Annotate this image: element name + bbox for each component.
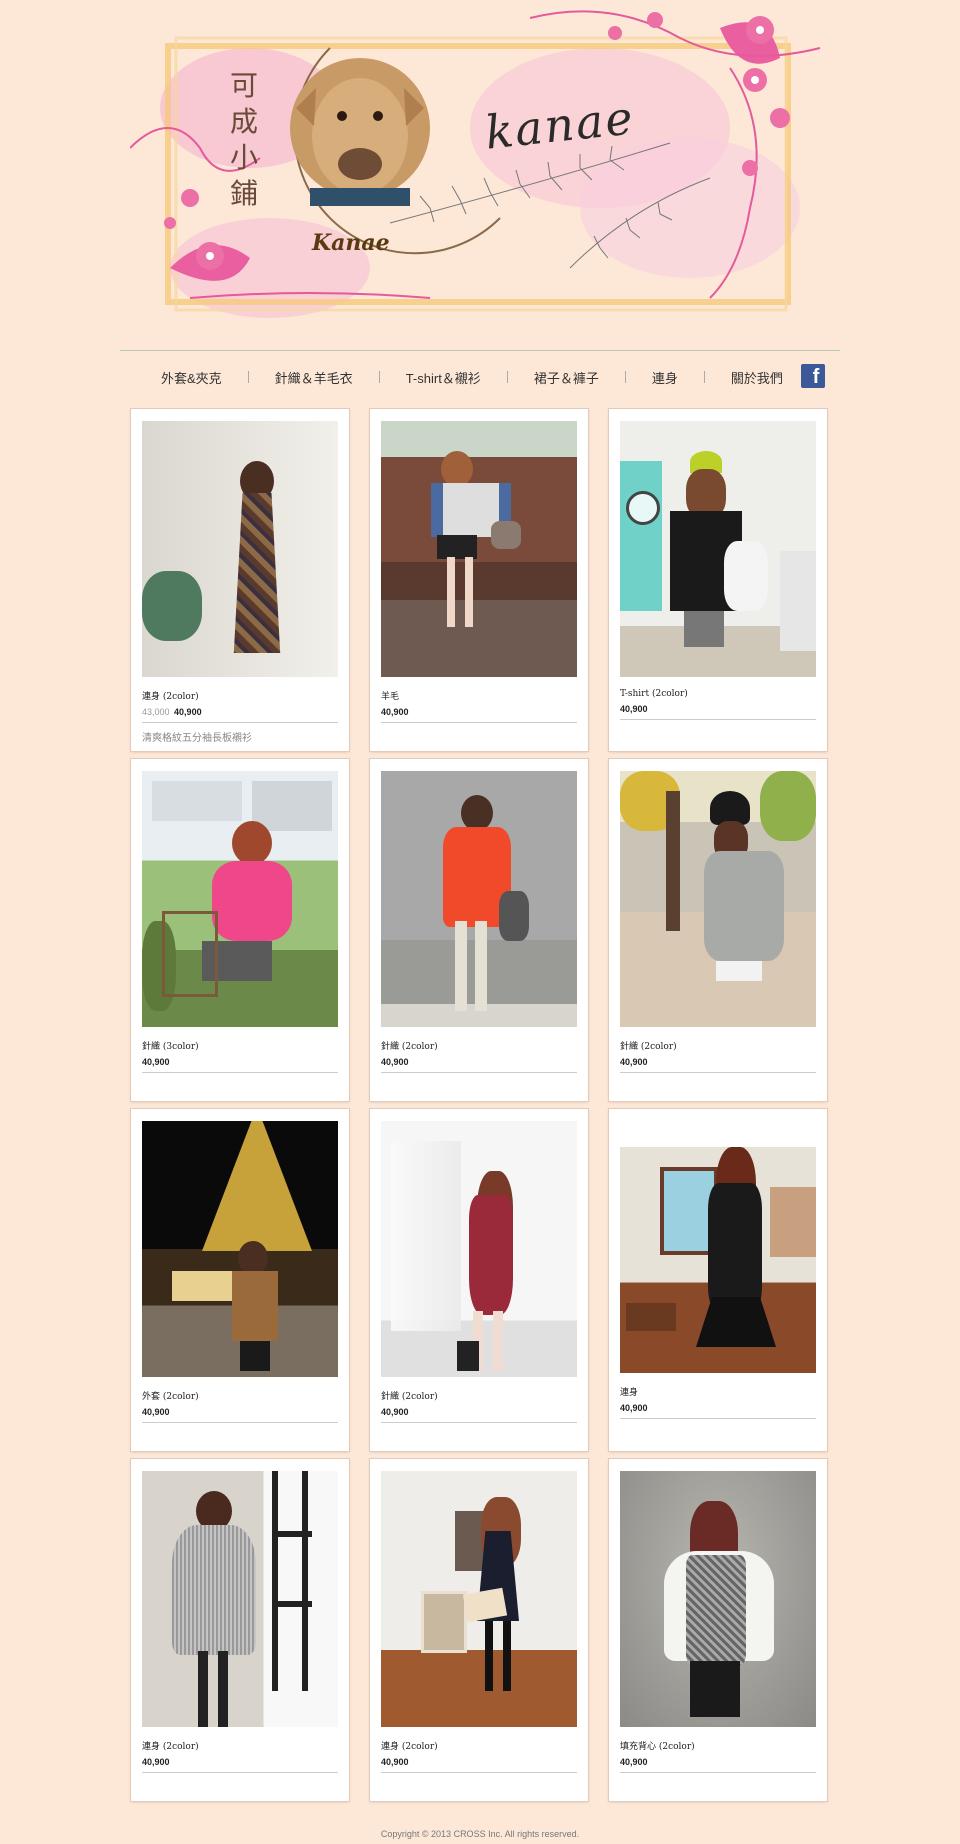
product-card[interactable]: 填充背心 (2color) 40,900 [609, 1459, 827, 1801]
product-photo[interactable] [381, 1121, 577, 1377]
current-price: 40,900 [142, 1407, 170, 1417]
product-photo[interactable] [620, 1147, 816, 1373]
product-price: 40,900 [381, 1407, 577, 1417]
current-price: 40,900 [142, 1757, 170, 1767]
product-photo[interactable] [142, 1121, 338, 1377]
card-divider [142, 1422, 338, 1423]
nav-item-tshirts[interactable]: T-shirt＆襯衫 [406, 368, 481, 387]
shop-name-char: 可 [230, 69, 259, 102]
product-photo[interactable] [381, 1471, 577, 1727]
product-card[interactable]: 針織 (2color) 40,900 [609, 759, 827, 1101]
product-title[interactable]: 針織 (3color) [142, 1039, 338, 1052]
product-price: 40,900 [620, 1403, 816, 1413]
nav-item-knitwear[interactable]: 針織＆羊毛衣 [275, 368, 353, 387]
current-price: 40,900 [620, 704, 648, 714]
product-photo[interactable] [142, 1471, 338, 1727]
current-price: 40,900 [620, 1403, 648, 1413]
main-nav: 外套&夾克 針織＆羊毛衣 T-shirt＆襯衫 裙子＆褲子 連身 關於我們 [140, 362, 840, 392]
product-title[interactable]: 連身 [620, 1385, 816, 1398]
nav-separator [624, 371, 626, 383]
product-grid: 連身 (2color) 43,000 40,900 清爽格紋五分袖長板襯衫 羊毛… [131, 409, 829, 1801]
product-price: 40,900 [620, 1057, 816, 1067]
product-title[interactable]: 連身 (2color) [381, 1739, 577, 1752]
shop-name-char: 小 [230, 141, 259, 174]
product-photo[interactable] [142, 421, 338, 677]
card-divider [620, 1072, 816, 1073]
nav-separator [378, 371, 380, 383]
nav-item-skirts-pants[interactable]: 裙子＆褲子 [534, 368, 599, 387]
nav-divider [120, 350, 840, 351]
nav-item-dresses[interactable]: 連身 [652, 368, 678, 387]
product-card[interactable]: 羊毛 40,900 [370, 409, 588, 751]
product-price: 40,900 [142, 1057, 338, 1067]
product-price: 40,900 [620, 1757, 816, 1767]
current-price: 40,900 [620, 1757, 648, 1767]
card-divider [142, 1772, 338, 1773]
card-divider [381, 1422, 577, 1423]
card-divider [142, 1072, 338, 1073]
facebook-icon[interactable]: f [801, 364, 825, 388]
product-card[interactable]: 連身 (2color) 43,000 40,900 清爽格紋五分袖長板襯衫 [131, 409, 349, 751]
product-card[interactable]: 外套 (2color) 40,900 [131, 1109, 349, 1451]
nav-item-about[interactable]: 關於我們 [731, 368, 783, 387]
current-price: 40,900 [620, 1057, 648, 1067]
product-card[interactable]: T-shirt (2color) 40,900 [609, 409, 827, 751]
product-title[interactable]: 外套 (2color) [142, 1389, 338, 1402]
product-card[interactable]: 連身 (2color) 40,900 [370, 1459, 588, 1801]
card-divider [620, 1418, 816, 1419]
banner: 可 成 小 鋪 Kanae kanae [130, 8, 830, 330]
card-divider [381, 1772, 577, 1773]
product-card[interactable]: 針織 (2color) 40,900 [370, 759, 588, 1101]
shop-name-char: 成 [230, 105, 259, 138]
product-photo[interactable] [381, 771, 577, 1027]
product-description: 清爽格紋五分袖長板襯衫 [142, 733, 252, 744]
card-divider [142, 722, 338, 723]
product-card[interactable]: 針織 (2color) 40,900 [370, 1109, 588, 1451]
product-title[interactable]: 針織 (2color) [381, 1389, 577, 1402]
product-photo[interactable] [620, 771, 816, 1027]
current-price: 40,900 [381, 1057, 409, 1067]
product-card[interactable]: 針織 (3color) 40,900 [131, 759, 349, 1101]
product-price: 40,900 [142, 1407, 338, 1417]
product-title[interactable]: 連身 (2color) [142, 1739, 338, 1752]
current-price: 40,900 [381, 1757, 409, 1767]
current-price: 40,900 [381, 1407, 409, 1417]
product-title[interactable]: 連身 (2color) [142, 689, 338, 702]
product-title[interactable]: 針織 (2color) [620, 1039, 816, 1052]
product-price: 43,000 40,900 [142, 707, 338, 717]
product-photo[interactable] [381, 421, 577, 677]
product-price: 40,900 [381, 1757, 577, 1767]
current-price: 40,900 [381, 707, 409, 717]
product-price: 40,900 [381, 1057, 577, 1067]
nav-separator [703, 371, 705, 383]
product-title[interactable]: T-shirt (2color) [620, 689, 816, 699]
nav-separator [247, 371, 249, 383]
logo-word: Kanae [312, 230, 390, 256]
old-price: 43,000 [142, 707, 170, 717]
product-photo[interactable] [620, 1471, 816, 1727]
card-divider [381, 722, 577, 723]
card-divider [620, 719, 816, 720]
footer-copyright: Copyright © 2013 CROSS Inc. All rights r… [380, 1829, 580, 1839]
product-title[interactable]: 羊毛 [381, 689, 577, 702]
nav-separator [506, 371, 508, 383]
product-card[interactable]: 連身 40,900 [609, 1109, 827, 1451]
current-price: 40,900 [142, 1057, 170, 1067]
product-price: 40,900 [620, 704, 816, 714]
shop-name-vertical: 可 成 小 鋪 [230, 68, 270, 212]
card-divider [620, 1772, 816, 1773]
card-divider [381, 1072, 577, 1073]
product-price: 40,900 [381, 707, 577, 717]
product-price: 40,900 [142, 1757, 338, 1767]
nav-item-jackets[interactable]: 外套&夾克 [161, 368, 222, 387]
current-price: 40,900 [174, 707, 202, 717]
product-photo[interactable] [620, 421, 816, 677]
product-photo[interactable] [142, 771, 338, 1027]
product-title[interactable]: 填充背心 (2color) [620, 1739, 816, 1752]
shop-name-char: 鋪 [230, 177, 259, 210]
product-card[interactable]: 連身 (2color) 40,900 [131, 1459, 349, 1801]
product-title[interactable]: 針織 (2color) [381, 1039, 577, 1052]
